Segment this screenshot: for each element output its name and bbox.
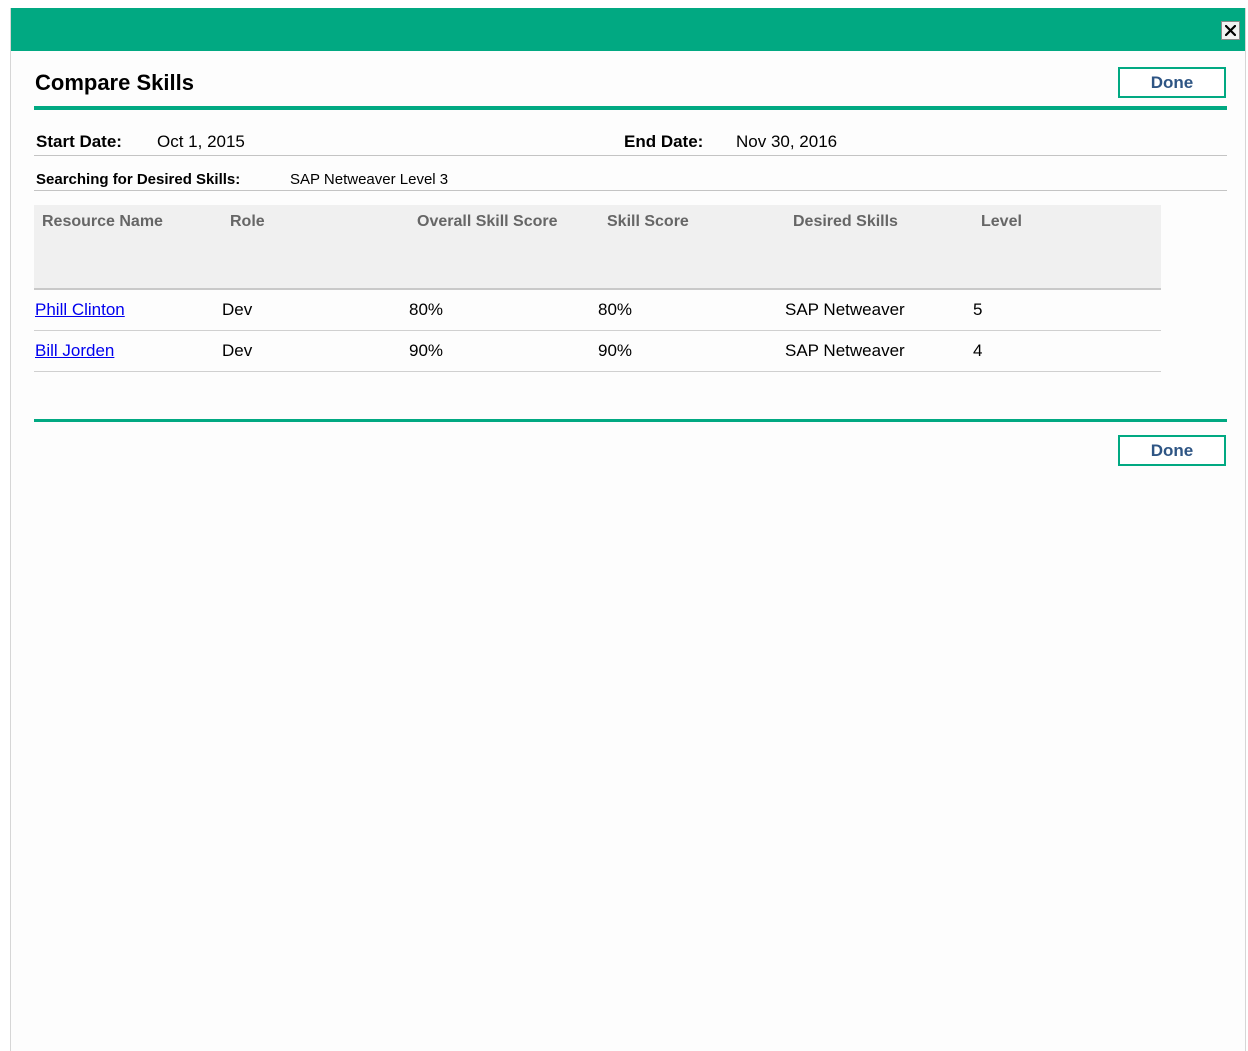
header-divider — [34, 106, 1227, 110]
column-header-resource-name[interactable]: Resource Name — [42, 213, 163, 231]
compare-skills-dialog: Compare Skills Done Start Date: Oct 1, 2… — [10, 8, 1246, 1051]
role-cell: Dev — [222, 341, 253, 360]
desired-skills-cell: SAP Netweaver — [785, 300, 905, 319]
column-header-overall-skill-score[interactable]: Overall Skill Score — [417, 213, 558, 231]
start-date-label: Start Date: — [36, 132, 122, 151]
page-title: Compare Skills — [35, 70, 194, 95]
close-icon — [1225, 25, 1236, 36]
search-divider — [34, 190, 1227, 191]
table-row: Phill Clinton Dev 80% 80% SAP Netweaver … — [34, 290, 1161, 331]
level-cell: 5 — [973, 300, 983, 319]
desired-skills-cell: SAP Netweaver — [785, 341, 905, 360]
table-row: Bill Jorden Dev 90% 90% SAP Netweaver 4 — [34, 331, 1161, 372]
resource-link[interactable]: Bill Jorden — [35, 341, 114, 360]
column-header-skill-score[interactable]: Skill Score — [607, 213, 689, 231]
column-header-desired-skills[interactable]: Desired Skills — [793, 213, 898, 231]
search-label: Searching for Desired Skills: — [36, 171, 241, 188]
skills-table: Resource Name Role Overall Skill Score S… — [34, 205, 1161, 372]
end-date-value: Nov 30, 2016 — [736, 132, 838, 151]
resource-link[interactable]: Phill Clinton — [35, 300, 125, 319]
table-header: Resource Name Role Overall Skill Score S… — [34, 205, 1161, 290]
level-cell: 4 — [973, 341, 983, 360]
done-button-bottom[interactable]: Done — [1118, 435, 1226, 466]
dialog-titlebar — [11, 8, 1245, 51]
done-button-top[interactable]: Done — [1118, 67, 1226, 98]
end-date-label: End Date: — [624, 132, 704, 151]
search-value: SAP Netweaver Level 3 — [290, 171, 449, 188]
overall-skill-score-cell: 90% — [409, 341, 444, 360]
close-button[interactable] — [1221, 21, 1240, 40]
overall-skill-score-cell: 80% — [409, 300, 444, 319]
role-cell: Dev — [222, 300, 253, 319]
start-date-value: Oct 1, 2015 — [157, 132, 245, 151]
skill-score-cell: 80% — [598, 300, 633, 319]
footer-divider — [34, 419, 1227, 422]
column-header-level[interactable]: Level — [981, 213, 1022, 231]
column-header-role[interactable]: Role — [230, 213, 265, 231]
dates-divider — [34, 155, 1227, 156]
skill-score-cell: 90% — [598, 341, 633, 360]
